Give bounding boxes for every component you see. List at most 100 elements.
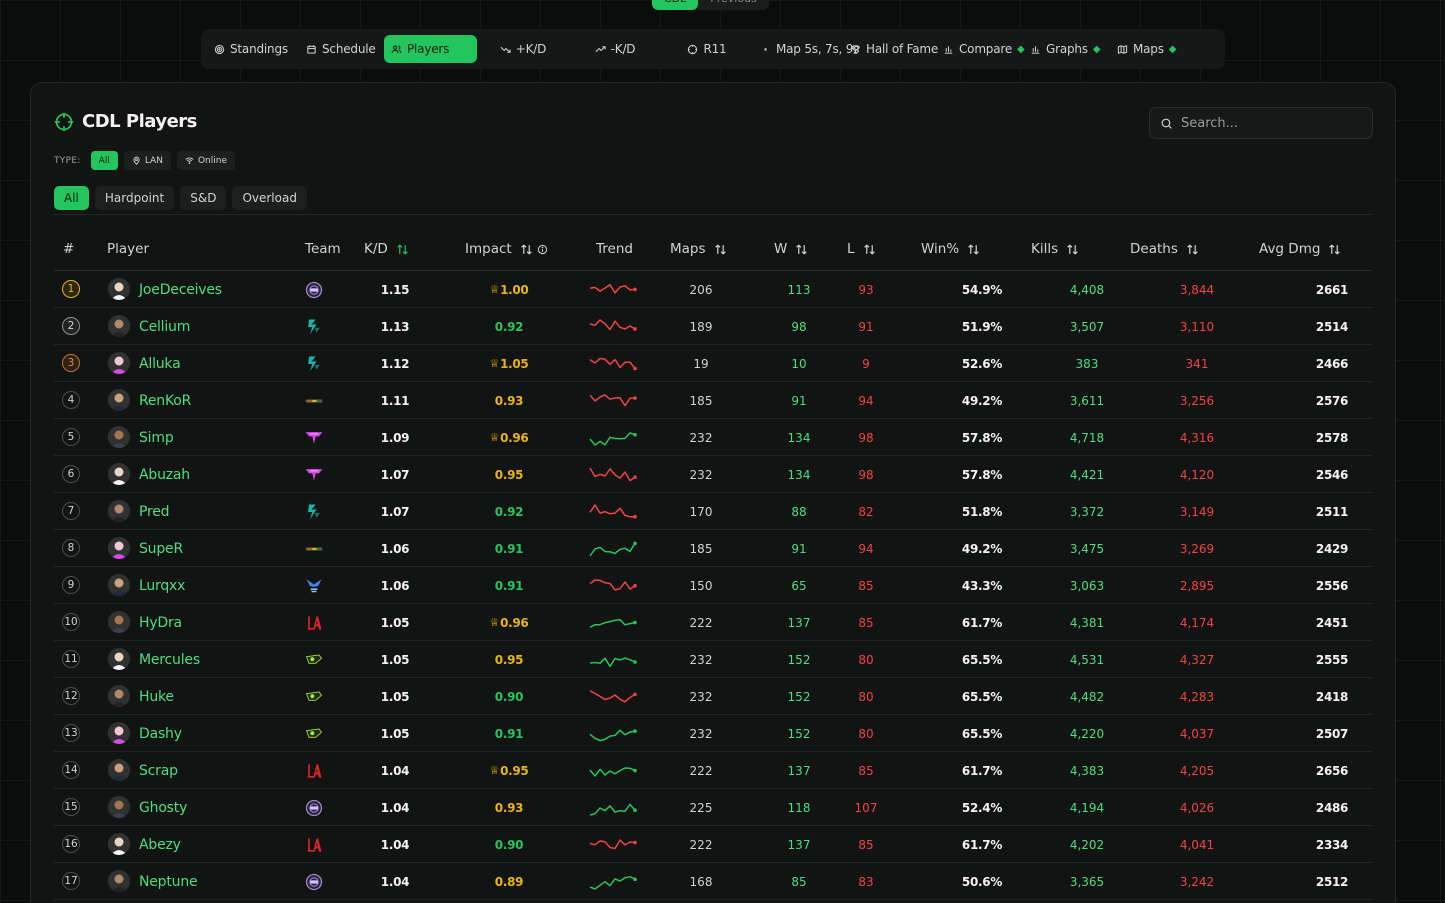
type-filter-lan-label: LAN (144, 155, 163, 166)
type-filter-online[interactable]: Online (176, 151, 235, 170)
losses-value: 9 (862, 356, 870, 371)
player-name-link[interactable]: Dashy (139, 715, 182, 752)
avg-dmg-value: 2512 (1315, 874, 1349, 889)
losses-value: 80 (858, 652, 874, 667)
mode-filter-all[interactable]: All (54, 186, 89, 210)
player-name-link[interactable]: HyDra (139, 604, 182, 641)
kills-value: 4,421 (1069, 467, 1105, 482)
mode-filter-hardpoint[interactable]: Hardpoint (94, 186, 175, 210)
table-row[interactable]: 3 Alluka 1.12 ♕ 1.05 19 10 9 52.6% 383 341 2466 (54, 345, 1372, 382)
nav-maps[interactable]: Maps ◆ (1110, 35, 1192, 63)
main-nav: Standings Schedule Players +K/D -K/D R11 Map 5… (201, 29, 1225, 69)
table-row[interactable]: 6 Abuzah 1.07 0.95 232 134 98 57.8% 4,421 4,120 25… (54, 456, 1372, 493)
dot-icon (764, 47, 767, 51)
table-row[interactable]: 7 Pred 1.07 0.92 170 88 82 51.8% 3,372 3,149 2511 (54, 493, 1372, 530)
player-name-link[interactable]: Lurqxx (139, 567, 185, 604)
kd-value: 1.09 (380, 430, 410, 445)
col-l[interactable]: L (847, 227, 876, 271)
player-name-link[interactable]: Ghosty (139, 789, 187, 826)
table-row[interactable]: 5 Simp 1.09 ♕ 0.96 232 134 98 57.8% 4,718 4,316 257… (54, 419, 1372, 456)
player-avatar-icon (108, 833, 130, 855)
table-row[interactable]: 17 Neptune 1.04 0.89 168 85 83 50.6% 3,365 3,242 2… (54, 863, 1372, 900)
col-w[interactable]: W (774, 227, 808, 271)
table-row[interactable]: 9 Lurqxx 1.06 0.91 150 65 85 43.3% 3,063 2,895 255… (54, 567, 1372, 604)
table-row[interactable]: 1 JoeDeceives 1.15 ♕ 1.00 206 113 93 54.9% 4,408 3… (54, 271, 1372, 308)
nav-graphs[interactable]: Graphs ◆ (1023, 35, 1110, 63)
sort-icon (1187, 243, 1198, 255)
table-row[interactable]: 4 RenKoR 1.11 0.93 185 91 94 49.2% 3,611 3,256 257… (54, 382, 1372, 419)
wins-value: 65 (791, 578, 807, 593)
player-name-link[interactable]: Cellium (139, 308, 190, 345)
info-icon[interactable] (537, 244, 548, 255)
col-kills[interactable]: Kills (1031, 227, 1079, 271)
player-name-link[interactable]: Abuzah (139, 456, 190, 493)
player-name-link[interactable]: Abezy (139, 826, 181, 863)
col-player: Player (107, 227, 149, 271)
avatar (108, 796, 130, 818)
player-name-link[interactable]: SupeR (139, 530, 183, 567)
type-filter-all[interactable]: All (90, 151, 118, 170)
nav-standings[interactable]: Standings (207, 35, 299, 63)
table-row[interactable]: 15 Ghosty 1.04 0.93 225 118 107 52.4% 4,194 4,026… (54, 789, 1372, 826)
player-name-link[interactable]: Pred (139, 493, 170, 530)
player-name-link[interactable]: Scrap (139, 752, 178, 789)
table-row[interactable]: 16 Abezy 1.04 0.90 222 137 85 61.7% 4,202 4,041 23… (54, 826, 1372, 863)
col-impact[interactable]: Impact (465, 227, 548, 271)
season-toggle-current[interactable]: CDL (652, 0, 699, 10)
trend-cell (588, 641, 640, 678)
player-name-link[interactable]: Mercules (139, 641, 200, 678)
search-box[interactable] (1149, 107, 1373, 139)
page-title: CDL Players (54, 111, 197, 132)
mode-filter-overload[interactable]: Overload (232, 186, 307, 210)
player-name-link[interactable]: Simp (139, 419, 174, 456)
deaths-value: 4,316 (1179, 430, 1215, 445)
col-kd[interactable]: K/D (364, 227, 409, 271)
nav-schedule[interactable]: Schedule (299, 35, 384, 63)
maps-value: 168 (689, 874, 713, 889)
nav-compare[interactable]: Compare ◆ (936, 35, 1025, 63)
nav-r11[interactable]: R11 (661, 35, 753, 63)
mode-filter-snd[interactable]: S&D (180, 186, 227, 210)
nav-k-d[interactable]: -K/D (569, 35, 661, 63)
nav-players[interactable]: Players (384, 35, 477, 63)
player-name-link[interactable]: RenKoR (139, 382, 191, 419)
maps-value: 232 (689, 430, 713, 445)
table-row[interactable]: 2 Cellium 1.13 0.92 189 98 91 51.9% 3,507 3,110 25… (54, 308, 1372, 345)
table-row[interactable]: 11 Mercules 1.05 0.95 232 152 80 65.5% 4,531 4,32… (54, 641, 1372, 678)
maps-value: 185 (689, 393, 713, 408)
losses-value: 98 (858, 467, 874, 482)
player-name-link[interactable]: Neptune (139, 863, 198, 900)
col-win[interactable]: Win% (921, 227, 980, 271)
nav-k-d[interactable]: +K/D (477, 35, 569, 63)
col-deaths[interactable]: Deaths (1130, 227, 1199, 271)
table-row[interactable]: 8 SupeR 1.06 0.91 185 91 94 49.2% 3,475 3,269 2429 (54, 530, 1372, 567)
search-input[interactable] (1181, 115, 1361, 131)
avatar (108, 759, 130, 781)
trend-up-icon (595, 45, 606, 52)
type-filter-lan[interactable]: LAN (123, 151, 171, 170)
player-name-link[interactable]: JoeDeceives (139, 271, 222, 308)
impact-value: ♕ 1.00 (484, 271, 534, 308)
impact-value: 0.93 (484, 382, 534, 419)
player-name-link[interactable]: Huke (139, 678, 174, 715)
col-avg-dmg[interactable]: Avg Dmg (1259, 227, 1341, 271)
season-toggle-previous[interactable]: Previous (698, 0, 769, 10)
rank-badge: 14 (62, 761, 80, 779)
col-maps[interactable]: Maps (670, 227, 727, 271)
table-row[interactable]: 10 HyDra 1.05 ♕ 0.96 222 137 85 61.7% 4,381 4,174 2… (54, 604, 1372, 641)
player-name-link[interactable]: Alluka (139, 345, 181, 382)
kills-value: 3,611 (1069, 393, 1105, 408)
trend-cell (588, 530, 640, 567)
col-w-label: W (774, 241, 788, 257)
nav-label: -K/D (610, 42, 636, 56)
losses-value: 82 (858, 504, 874, 519)
nav-hall-of-fame[interactable]: Hall of Fame (843, 35, 938, 63)
wins-value: 91 (791, 393, 807, 408)
trend-sparkline (589, 618, 637, 628)
deaths-value: 4,205 (1179, 763, 1215, 778)
table-row[interactable]: 12 Huke 1.05 0.90 232 152 80 65.5% 4,482 4,283 241… (54, 678, 1372, 715)
table-row[interactable]: 13 Dashy 1.05 0.91 232 152 80 65.5% 4,220 4,037 25… (54, 715, 1372, 752)
table-row[interactable]: 14 Scrap 1.04 ♕ 0.95 222 137 85 61.7% 4,383 4,205 2… (54, 752, 1372, 789)
nav-map-5s-7s-9s[interactable]: Map 5s, 7s, 9s (753, 35, 859, 63)
losses-value: 98 (858, 430, 874, 445)
